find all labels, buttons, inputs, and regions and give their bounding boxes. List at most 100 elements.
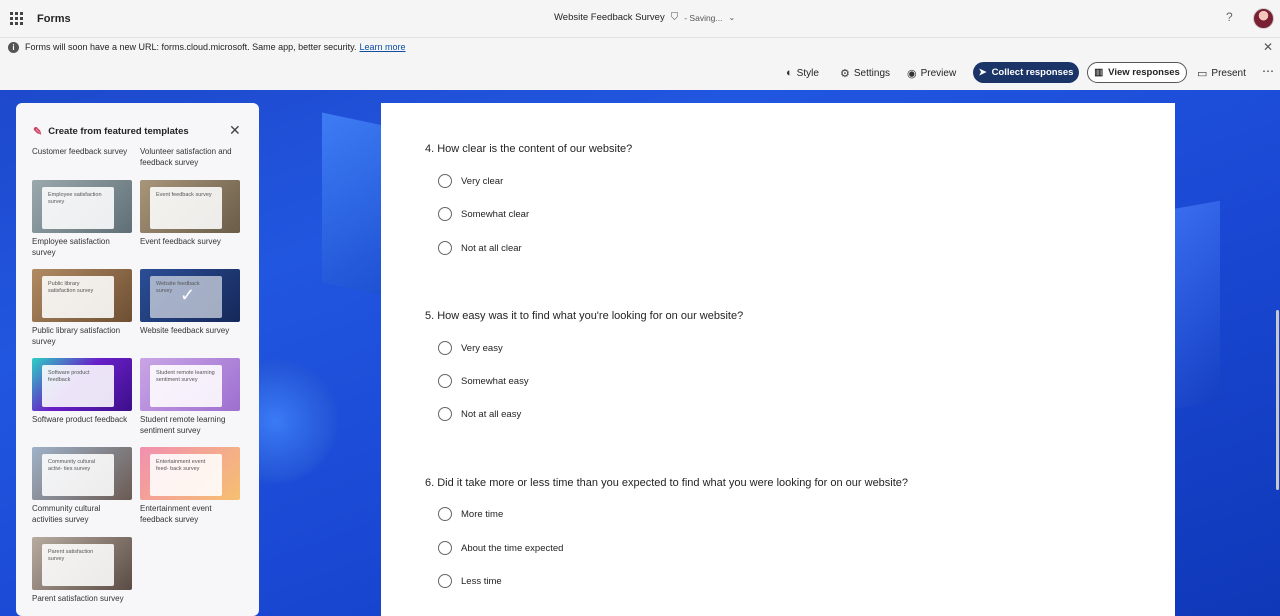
option-label: Not at all clear <box>461 242 522 254</box>
radio-button[interactable] <box>438 541 452 555</box>
document-title[interactable]: Website Feedback Survey <box>554 12 665 23</box>
option-label: Very clear <box>461 175 504 187</box>
thumbnail-card: Public library satisfaction survey <box>42 276 114 318</box>
scrollbar[interactable] <box>1276 310 1279 490</box>
template-label: Entertainment event feedback survey <box>140 504 212 524</box>
template-thumbnail[interactable]: Public library satisfaction survey <box>32 269 132 322</box>
settings-button[interactable]: ⚙ Settings <box>840 67 890 80</box>
checkmark-icon: ✓ <box>180 285 196 305</box>
app-name[interactable]: Forms <box>37 13 71 25</box>
template-thumbnail[interactable]: Software product feedback <box>32 358 132 411</box>
template-card[interactable]: Event feedback survey Event feedback sur… <box>140 180 240 247</box>
monitor-icon: ▭ <box>1197 68 1208 80</box>
template-thumbnail[interactable]: Community cultural activi- ties survey <box>32 447 132 500</box>
template-label: Software product feedback <box>32 415 128 424</box>
chart-icon: ▥ <box>1094 67 1104 78</box>
collect-responses-button[interactable]: ➤ Collect responses <box>973 62 1079 83</box>
radio-button[interactable] <box>438 374 452 388</box>
question-title[interactable]: 4. How clear is the content of our websi… <box>425 143 632 155</box>
template-pen-icon: ✎ <box>33 126 43 138</box>
template-thumbnail[interactable]: Website feedback survey ✓ <box>140 269 240 322</box>
shield-icon: ⛉ <box>670 12 679 23</box>
thumbnail-text: Entertainment event feed- back survey <box>156 459 206 472</box>
learn-more-link[interactable]: Learn more <box>359 42 405 52</box>
template-card[interactable]: Parent satisfaction survey Parent satisf… <box>32 537 132 604</box>
document-title-area[interactable]: Website Feedback Survey ⛉ - Saving... ⌄ <box>554 12 735 23</box>
template-card-selected[interactable]: Website feedback survey ✓ Website feedba… <box>140 269 240 336</box>
radio-option[interactable]: Somewhat clear <box>438 207 529 221</box>
top-header: Forms Website Feedback Survey ⛉ - Saving… <box>0 0 1280 38</box>
template-thumbnail[interactable]: Parent satisfaction survey <box>32 537 132 590</box>
present-button[interactable]: ▭ Present <box>1197 67 1246 80</box>
template-label[interactable]: Customer feedback survey <box>32 146 127 157</box>
question-title[interactable]: 5. How easy was it to find what you're l… <box>425 310 743 322</box>
app-launcher-icon[interactable] <box>0 0 32 38</box>
thumbnail-card: Software product feedback <box>42 365 114 407</box>
radio-button[interactable] <box>438 407 452 421</box>
thumbnail-card: Employee satisfaction survey <box>42 187 114 229</box>
template-thumbnail[interactable]: Event feedback survey <box>140 180 240 233</box>
close-icon[interactable]: ✕ <box>1263 40 1273 54</box>
template-label: Community cultural activities survey <box>32 504 101 524</box>
thumbnail-text: Public library satisfaction survey <box>48 281 94 294</box>
option-label: About the time expected <box>461 542 564 554</box>
radio-option[interactable]: About the time expected <box>438 541 563 555</box>
thumbnail-card: Event feedback survey <box>150 187 222 229</box>
template-thumbnail[interactable]: Student remote learning sentiment survey <box>140 358 240 411</box>
radio-button[interactable] <box>438 174 452 188</box>
thumbnail-card: Entertainment event feed- back survey <box>150 454 222 496</box>
template-card[interactable]: Employee satisfaction survey Employee sa… <box>32 180 132 258</box>
template-label: Parent satisfaction survey <box>32 594 124 603</box>
thumbnail-card: Community cultural activi- ties survey <box>42 454 114 496</box>
template-card[interactable]: Entertainment event feed- back survey En… <box>140 447 240 525</box>
option-label: Somewhat clear <box>461 208 530 220</box>
templates-panel: ✎ Create from featured templates ✕ Custo… <box>16 103 259 616</box>
template-label[interactable]: Volunteer satisfaction and feedback surv… <box>140 146 240 168</box>
more-options-icon[interactable]: ⋯ <box>1262 64 1274 78</box>
option-label: Not at all easy <box>461 408 522 420</box>
thumbnail-card: Student remote learning sentiment survey <box>150 365 222 407</box>
template-card[interactable]: Community cultural activi- ties survey C… <box>32 447 132 525</box>
radio-button[interactable] <box>438 574 452 588</box>
option-label: Very easy <box>461 342 503 354</box>
thumbnail-text: Software product feedback <box>48 370 90 383</box>
template-label: Event feedback survey <box>140 237 221 246</box>
template-label: Public library satisfaction survey <box>32 326 121 346</box>
template-card[interactable]: Student remote learning sentiment survey… <box>140 358 240 436</box>
template-label: Employee satisfaction survey <box>32 237 110 257</box>
preview-button[interactable]: ◉ Preview <box>907 67 956 80</box>
radio-button[interactable] <box>438 341 452 355</box>
template-thumbnail[interactable]: Entertainment event feed- back survey <box>140 447 240 500</box>
style-button[interactable]: ◐ Style <box>786 67 819 79</box>
form-canvas: 4. How clear is the content of our websi… <box>381 103 1175 616</box>
send-icon: ➤ <box>978 67 987 78</box>
avatar[interactable] <box>1253 8 1274 29</box>
view-responses-button[interactable]: ▥ View responses <box>1087 62 1187 83</box>
close-icon[interactable]: ✕ <box>229 122 241 139</box>
thumbnail-text: Student remote learning sentiment survey <box>156 370 215 383</box>
radio-option[interactable]: Not at all easy <box>438 407 521 421</box>
eye-icon: ◉ <box>907 68 917 80</box>
radio-option[interactable]: Somewhat easy <box>438 374 529 388</box>
radio-option[interactable]: More time <box>438 507 503 521</box>
info-icon: i <box>8 41 19 53</box>
option-label: Somewhat easy <box>461 375 529 387</box>
question-title[interactable]: 6. Did it take more or less time than yo… <box>425 477 908 489</box>
radio-option[interactable]: Very easy <box>438 341 503 355</box>
radio-option[interactable]: Very clear <box>438 174 503 188</box>
template-card[interactable]: Public library satisfaction survey Publi… <box>32 269 132 347</box>
chevron-down-icon[interactable]: ⌄ <box>729 13 736 22</box>
radio-button[interactable] <box>438 241 452 255</box>
notice-bar: i Forms will soon have a new URL: forms.… <box>0 38 1280 56</box>
template-card[interactable]: Software product feedback Software produ… <box>32 358 132 425</box>
option-label: More time <box>461 508 504 520</box>
radio-button[interactable] <box>438 507 452 521</box>
help-icon[interactable]: ? <box>1226 10 1233 24</box>
template-label: Student remote learning sentiment survey <box>140 415 226 435</box>
template-thumbnail[interactable]: Employee satisfaction survey <box>32 180 132 233</box>
thumbnail-text: Employee satisfaction survey <box>48 192 102 205</box>
radio-button[interactable] <box>438 207 452 221</box>
templates-header: ✎ Create from featured templates <box>33 126 189 138</box>
radio-option[interactable]: Less time <box>438 574 502 588</box>
radio-option[interactable]: Not at all clear <box>438 241 522 255</box>
